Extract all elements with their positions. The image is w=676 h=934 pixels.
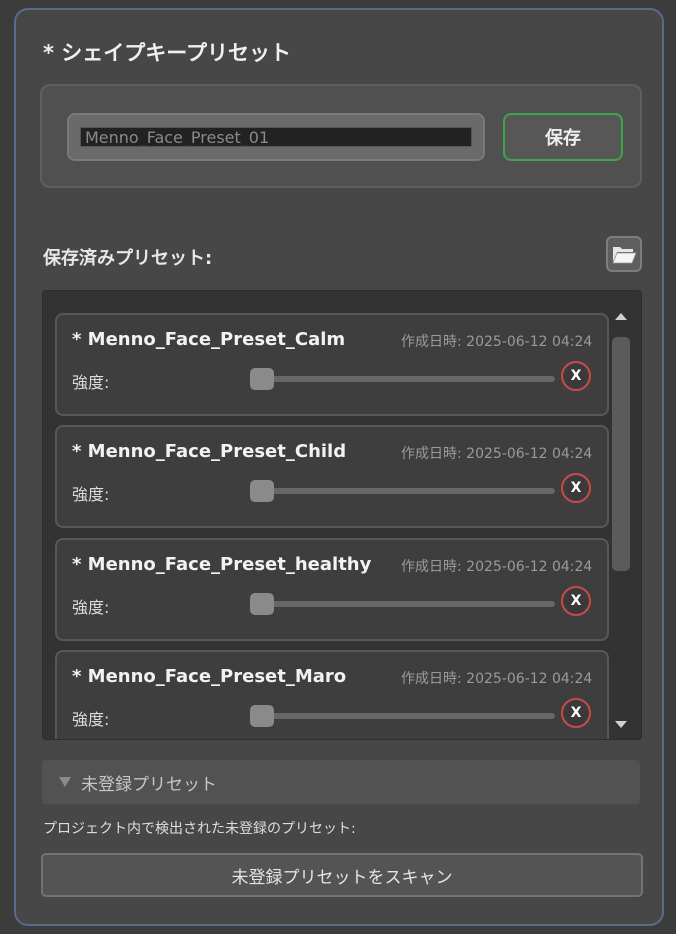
scan-unregistered-button[interactable]: 未登録プリセットをスキャン — [41, 853, 643, 897]
scroll-down-arrow-icon[interactable] — [615, 721, 627, 728]
triangle-down-icon — [59, 777, 71, 787]
detected-presets-label: プロジェクト内で検出された未登録のプリセット: — [43, 821, 356, 837]
preset-card: * Menno_Face_Preset_Child 作成日時: 2025-06-… — [55, 425, 609, 528]
preset-name: * Menno_Face_Preset_healthy — [72, 554, 372, 575]
preset-date: 作成日時: 2025-06-12 04:24 — [401, 334, 593, 350]
save-button[interactable]: 保存 — [503, 113, 623, 161]
strength-slider-track[interactable] — [251, 376, 555, 382]
strength-slider-thumb[interactable] — [250, 705, 274, 727]
strength-label: 強度: — [72, 485, 110, 504]
shape-key-preset-panel: * シェイプキープリセット 保存 保存済みプリセット: * Menno_Face… — [14, 8, 664, 926]
strength-slider-thumb[interactable] — [250, 368, 274, 390]
preset-card: * Menno_Face_Preset_Maro 作成日時: 2025-06-1… — [55, 650, 609, 739]
scrollbar-thumb[interactable] — [612, 337, 630, 571]
preset-name: * Menno_Face_Preset_Calm — [72, 329, 346, 350]
unregistered-presets-foldout[interactable]: 未登録プリセット — [42, 760, 640, 804]
preset-date: 作成日時: 2025-06-12 04:24 — [401, 559, 593, 575]
preset-date: 作成日時: 2025-06-12 04:24 — [401, 671, 593, 687]
strength-label: 強度: — [72, 710, 110, 729]
saved-preset-list[interactable]: * Menno_Face_Preset_Calm 作成日時: 2025-06-1… — [42, 290, 642, 740]
strength-slider-track[interactable] — [251, 488, 555, 494]
preset-name: * Menno_Face_Preset_Child — [72, 441, 347, 462]
scroll-up-arrow-icon[interactable] — [615, 313, 627, 320]
strength-slider-track[interactable] — [251, 601, 555, 607]
preset-name: * Menno_Face_Preset_Maro — [72, 666, 347, 687]
delete-preset-button[interactable]: X — [561, 586, 591, 616]
strength-slider-thumb[interactable] — [250, 480, 274, 502]
delete-preset-button[interactable]: X — [561, 361, 591, 391]
preset-date: 作成日時: 2025-06-12 04:24 — [401, 446, 593, 462]
strength-label: 強度: — [72, 373, 110, 392]
preset-card: * Menno_Face_Preset_healthy 作成日時: 2025-0… — [55, 538, 609, 641]
strength-slider-track[interactable] — [251, 713, 555, 719]
folder-open-icon — [612, 247, 637, 264]
panel-title: * シェイプキープリセット — [43, 41, 292, 65]
delete-preset-button[interactable]: X — [561, 473, 591, 503]
strength-slider-thumb[interactable] — [250, 593, 274, 615]
saved-presets-label: 保存済みプリセット: — [43, 248, 213, 269]
list-scrollbar[interactable] — [611, 301, 633, 733]
preset-card: * Menno_Face_Preset_Calm 作成日時: 2025-06-1… — [55, 313, 609, 416]
delete-preset-button[interactable]: X — [561, 698, 591, 728]
new-preset-box: 保存 — [40, 84, 642, 188]
preset-name-input[interactable] — [80, 127, 472, 147]
open-folder-button[interactable] — [606, 236, 642, 272]
foldout-label: 未登録プリセット — [81, 774, 217, 795]
preset-name-field — [67, 113, 485, 161]
strength-label: 強度: — [72, 598, 110, 617]
